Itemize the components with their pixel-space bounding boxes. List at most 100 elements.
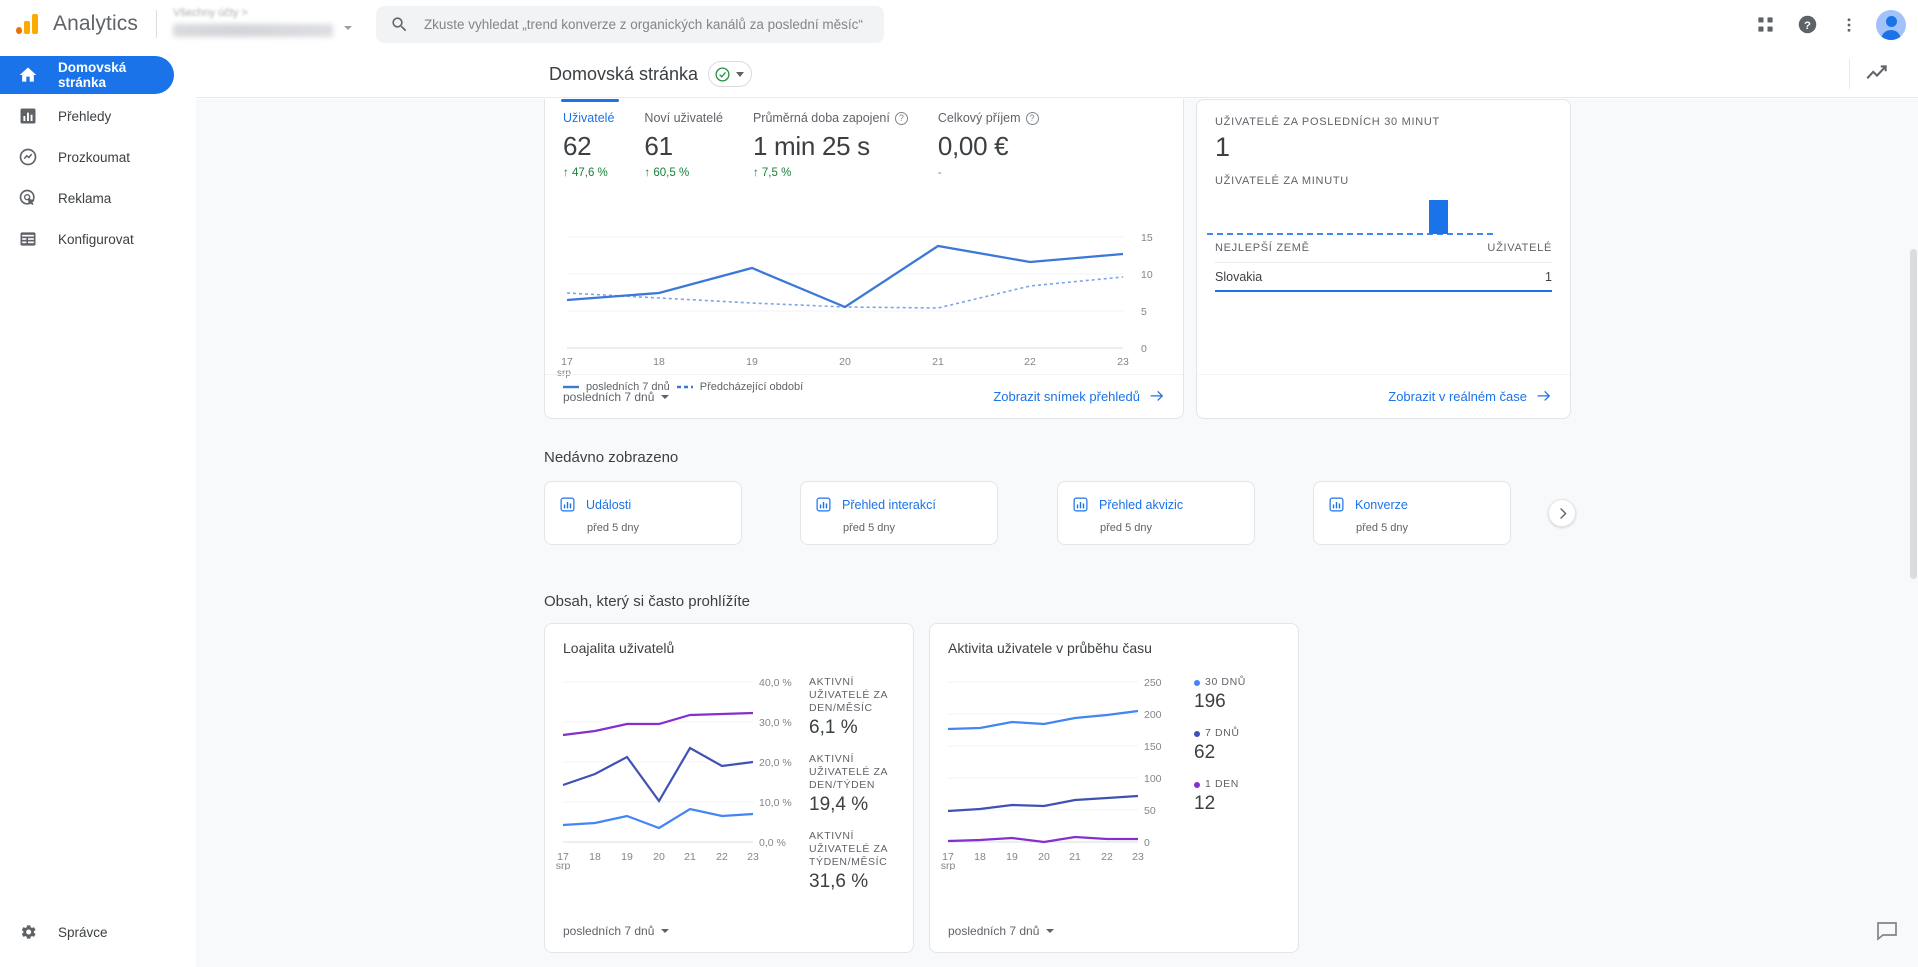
recent-card-subtitle: před 5 dny: [843, 522, 895, 534]
legend-dot-icon: [1194, 781, 1200, 788]
sidebar-item-home[interactable]: Domovská stránka: [0, 56, 174, 94]
svg-text:30,0 %: 30,0 %: [759, 717, 792, 729]
page-title-wrap: Domovská stránka: [549, 61, 753, 87]
svg-text:22: 22: [1101, 851, 1113, 863]
chevron-down-icon: [736, 71, 745, 77]
svg-text:21: 21: [684, 851, 696, 863]
page-scope-chip[interactable]: [708, 61, 753, 87]
sidebar-item-advertising[interactable]: Reklama: [0, 179, 174, 217]
svg-text:40,0 %: 40,0 %: [759, 677, 792, 689]
series-daily-monthly: [562, 807, 754, 830]
metric-new-users[interactable]: Noví uživatelé 61 ↑ 60,5 %: [644, 111, 723, 179]
recent-card-title: Události: [586, 497, 632, 512]
svg-text:23: 23: [1132, 851, 1144, 863]
apps-grid-icon[interactable]: [1748, 8, 1782, 42]
sidebar-item-configure[interactable]: Konfigurovat: [0, 220, 174, 258]
active-tab-underline: [561, 99, 619, 102]
feedback-icon[interactable]: [1875, 919, 1901, 945]
metric-total-revenue[interactable]: Celkový příjem ? 0,00 € -: [938, 111, 1039, 179]
frequent-content-title: Obsah, který si často prohlížíte: [544, 593, 750, 610]
gear-icon: [21, 925, 36, 939]
svg-text:10,0 %: 10,0 %: [759, 797, 792, 809]
recent-card-events[interactable]: Události před 5 dny: [544, 481, 742, 545]
metric-users[interactable]: Uživatelé 62 ↑ 47,6 %: [561, 99, 619, 179]
more-vert-icon[interactable]: [1832, 8, 1866, 42]
legend-value: 6,1 %: [809, 717, 858, 738]
report-bar-icon: [816, 497, 831, 512]
svg-text:50: 50: [1144, 805, 1156, 817]
table-row[interactable]: Slovakia 1: [1215, 262, 1552, 290]
arrow-right-icon: [1150, 390, 1164, 401]
search-bar[interactable]: [375, 5, 884, 43]
insights-trend-icon[interactable]: [1864, 61, 1890, 87]
svg-text:100: 100: [1144, 773, 1162, 785]
sidebar-item-label: Domovská stránka: [58, 60, 127, 90]
legend-label: 7 DNŮ: [1205, 727, 1240, 739]
svg-text:20: 20: [839, 356, 851, 368]
check-circle-icon: [715, 66, 730, 82]
chevron-right-icon: [1559, 507, 1567, 519]
date-range-select[interactable]: posledních 7 dnů: [563, 390, 670, 404]
view-realtime-link[interactable]: Zobrazit v reálném čase: [1388, 389, 1552, 404]
realtime-bar: [1429, 200, 1448, 234]
user-loyalty-chart: 40,0 % 30,0 % 20,0 % 10,0 % 0,0 % 17 18 …: [556, 677, 792, 870]
legend-label: AKTIVNÍ UŽIVATELÉ ZA DEN/MĚSÍC: [809, 676, 888, 714]
chevron-down-icon: [1046, 929, 1055, 933]
scrollbar-thumb[interactable]: [1910, 249, 1917, 579]
main-content: Uživatelé 62 ↑ 47,6 % Noví uživatelé 61 …: [196, 99, 1918, 967]
svg-text:20,0 %: 20,0 %: [759, 757, 792, 769]
recent-carousel-next-button[interactable]: [1548, 499, 1576, 527]
recent-card-conversions[interactable]: Konverze před 5 dny: [1313, 481, 1511, 545]
loyalty-date-range-select[interactable]: posledních 7 dnů: [563, 924, 670, 938]
help-icon[interactable]: ?: [894, 111, 908, 125]
view-reports-snapshot-link[interactable]: Zobrazit snímek přehledů: [993, 389, 1165, 404]
overview-users-trend-chart: 15 10 5 0 17 18 19 20 21 22 23: [561, 232, 1153, 368]
row-value-bar: [1215, 290, 1552, 292]
legend-label: 1 DEN: [1205, 778, 1239, 790]
search-input[interactable]: [421, 15, 870, 33]
sidebar-item-label: Reklama: [58, 190, 112, 206]
realtime-per-minute-label: UŽIVATELÉ ZA MINUTU: [1215, 175, 1349, 187]
svg-text:23: 23: [747, 851, 759, 863]
series-1-day: [947, 835, 1138, 844]
svg-text:18: 18: [589, 851, 601, 863]
realtime-30min-value: 1: [1215, 132, 1231, 162]
overview-card-footer: posledních 7 dnů Zobrazit snímek přehled…: [545, 374, 1183, 418]
svg-text:0,0 %: 0,0 %: [759, 837, 786, 849]
sidebar-item-reports[interactable]: Přehledy: [0, 97, 174, 135]
bar-chart-icon: [20, 108, 36, 124]
account-property-picker[interactable]: Všechny účty >: [172, 5, 358, 43]
legend-dot-icon: [1194, 730, 1200, 737]
metric-label: Průměrná doba zapojení: [752, 111, 890, 125]
legend-dot-icon: [1194, 679, 1200, 686]
arrow-up-icon: ↑: [644, 167, 651, 179]
series-weekly-monthly: [562, 711, 754, 737]
account-breadcrumb: Všechny účty >: [172, 7, 248, 19]
sidebar-item-explore[interactable]: Prozkoumat: [0, 138, 174, 176]
arrow-up-icon: ↑: [752, 167, 759, 179]
svg-text:250: 250: [1144, 677, 1162, 689]
activity-date-range-select[interactable]: posledních 7 dnů: [948, 924, 1055, 938]
avatar[interactable]: [1876, 9, 1906, 40]
svg-text:5: 5: [1141, 306, 1147, 318]
metric-avg-engagement-time[interactable]: Průměrná doba zapojení ? 1 min 25 s ↑ 7,…: [753, 111, 908, 179]
help-icon[interactable]: ?: [1790, 8, 1824, 42]
metric-value: 61: [644, 131, 673, 161]
sidebar-nav: Domovská stránka Přehledy Prozkoumat Rek…: [0, 49, 196, 967]
svg-text:?: ?: [1804, 20, 1811, 32]
recent-card-engagement-overview[interactable]: Přehled interakcí před 5 dny: [800, 481, 998, 545]
svg-text:200: 200: [1144, 709, 1162, 721]
recent-card-acquisition-overview[interactable]: Přehled akvizic před 5 dny: [1057, 481, 1255, 545]
svg-text:19: 19: [746, 356, 758, 368]
svg-text:0: 0: [1141, 343, 1147, 355]
page-scrollbar[interactable]: [1909, 99, 1918, 967]
metric-delta: ↑ 7,5 %: [752, 167, 792, 179]
help-icon[interactable]: ?: [1025, 111, 1039, 125]
legend-value: 196: [1194, 691, 1226, 712]
brand-title: Analytics: [53, 12, 138, 35]
sidebar-item-admin[interactable]: Správce: [0, 913, 196, 951]
metric-value: 0,00 €: [937, 131, 1009, 161]
svg-text:10: 10: [1141, 269, 1153, 281]
account-name-redacted: [172, 24, 333, 37]
svg-text:srp: srp: [941, 860, 956, 870]
